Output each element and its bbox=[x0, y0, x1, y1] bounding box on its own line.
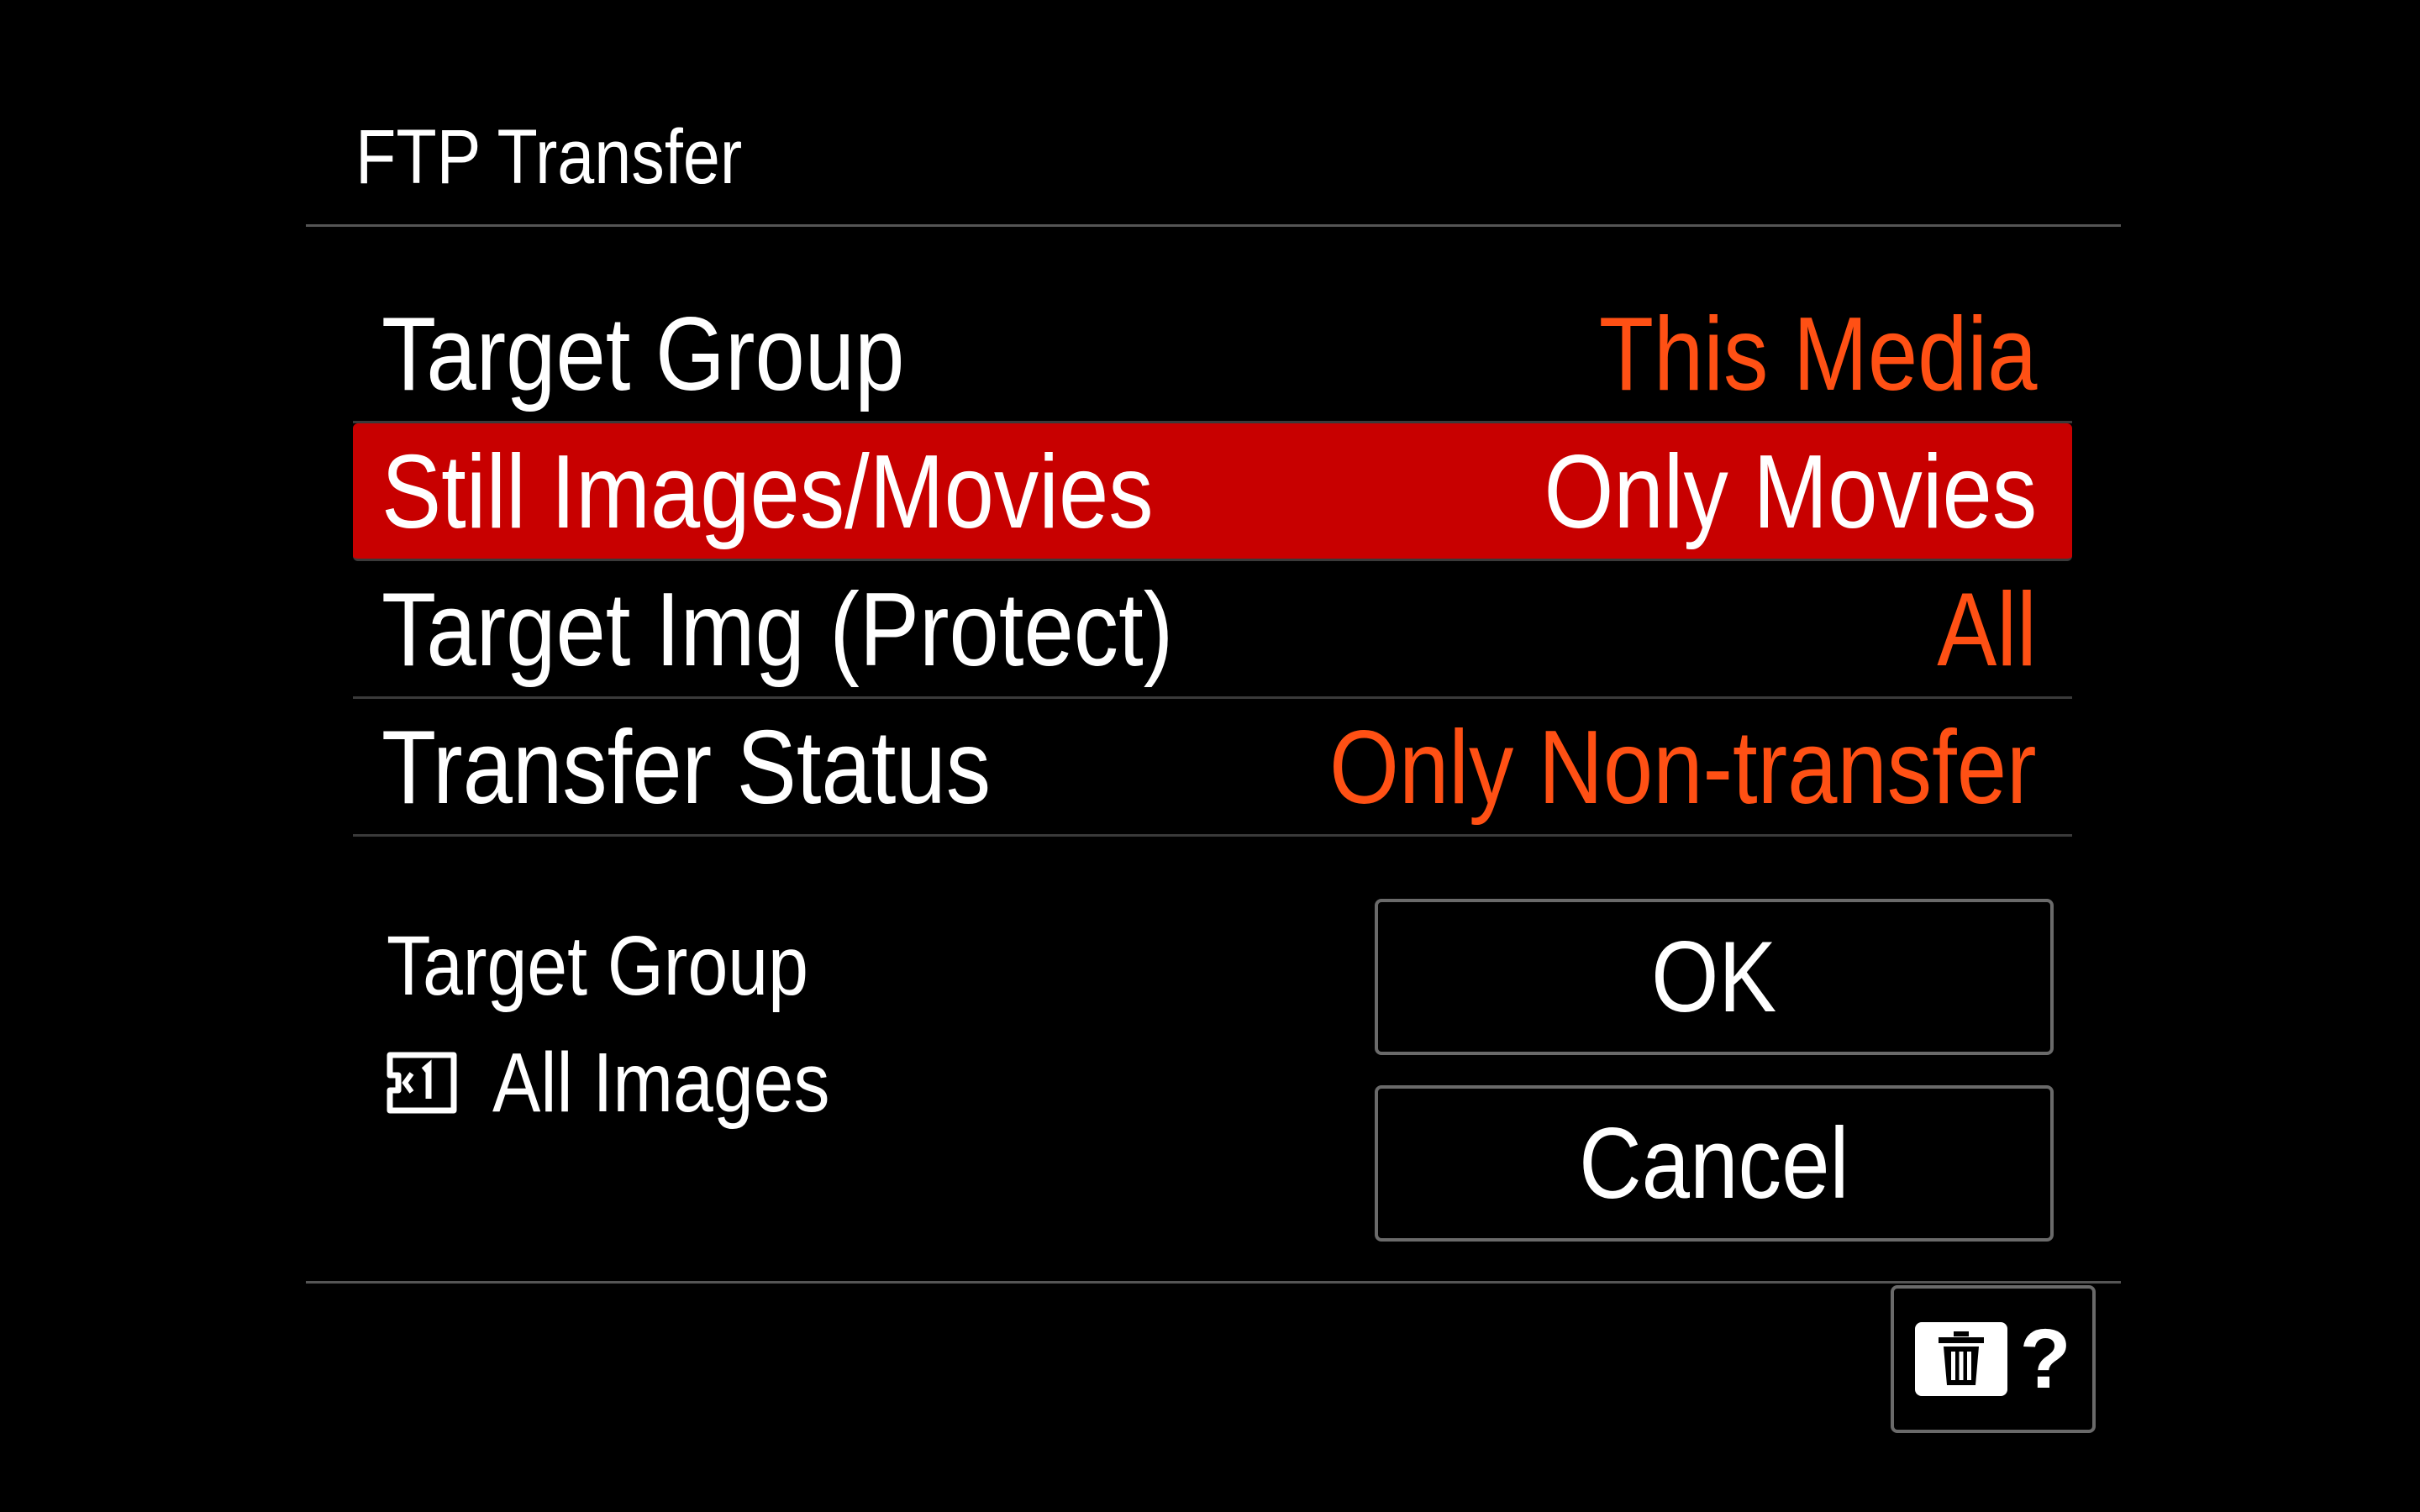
target-group-summary: Target Group All Images bbox=[387, 911, 1311, 1142]
cancel-button[interactable]: Cancel bbox=[1375, 1085, 2054, 1242]
footer-divider bbox=[306, 1281, 2121, 1284]
menu-item-value: This Media bbox=[1598, 297, 2037, 412]
ok-button-label: OK bbox=[1651, 921, 1777, 1033]
trash-icon bbox=[1915, 1322, 2008, 1396]
menu-item-still-images-movies[interactable]: Still Images/Movies Only Movies bbox=[353, 423, 2072, 561]
menu-item-value: Only Non-transfer bbox=[1329, 710, 2037, 826]
delete-help-hint[interactable]: ? bbox=[1891, 1285, 2096, 1433]
menu-item-value: Only Movies bbox=[1544, 434, 2037, 550]
menu-item-label: Target Img (Protect) bbox=[381, 572, 1174, 688]
menu-item-transfer-status[interactable]: Transfer Status Only Non-transfer bbox=[353, 699, 2072, 837]
summary-line: All Images bbox=[387, 1024, 1311, 1142]
summary-value: All Images bbox=[492, 1036, 830, 1130]
help-question-mark: ? bbox=[2019, 1312, 2071, 1406]
menu-item-target-img-protect[interactable]: Target Img (Protect) All bbox=[353, 561, 2072, 699]
menu-item-value: All bbox=[1937, 572, 2037, 688]
menu-item-target-group[interactable]: Target Group This Media bbox=[353, 286, 2072, 423]
header-divider bbox=[306, 224, 2121, 227]
menu-item-label: Transfer Status bbox=[381, 710, 992, 826]
summary-title: Target Group bbox=[387, 919, 808, 1013]
settings-menu: Target Group This Media Still Images/Mov… bbox=[353, 286, 2072, 837]
cancel-button-label: Cancel bbox=[1579, 1107, 1849, 1220]
memory-card-slot-1-icon bbox=[387, 1052, 457, 1114]
menu-item-label: Still Images/Movies bbox=[381, 434, 1154, 550]
ok-button[interactable]: OK bbox=[1375, 899, 2054, 1055]
menu-item-label: Target Group bbox=[381, 297, 905, 412]
page-title: FTP Transfer bbox=[355, 114, 743, 200]
